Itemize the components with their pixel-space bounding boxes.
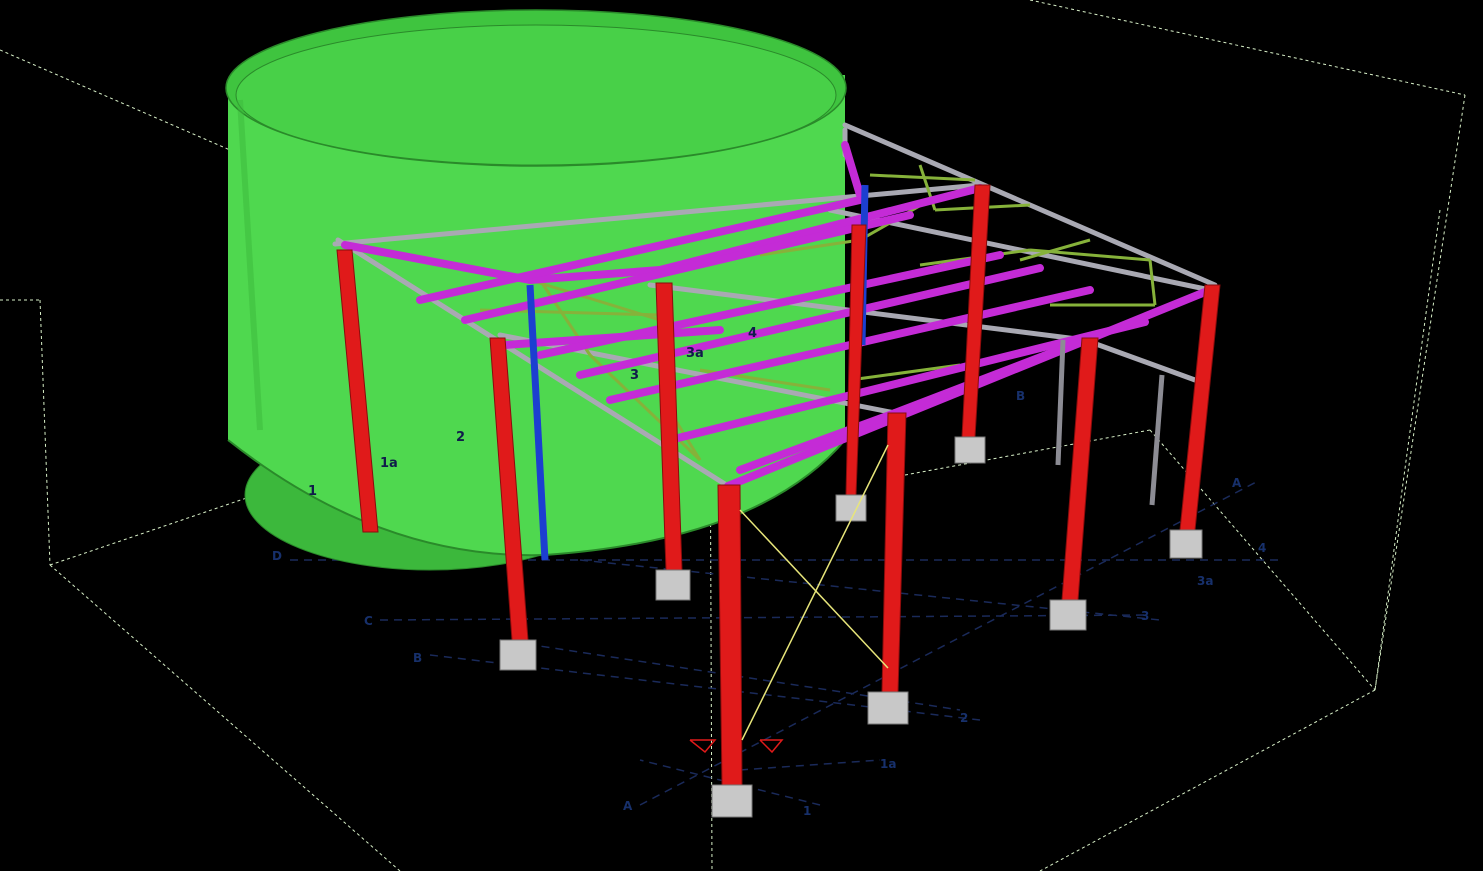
grid-label-2: 2	[960, 711, 968, 725]
grid-label-d: D	[272, 549, 282, 563]
grid-label-a-right: A	[1232, 476, 1242, 490]
label-3: 3	[630, 368, 639, 383]
grid-label-b: B	[413, 651, 422, 665]
grid-label-1a: 1a	[880, 757, 896, 771]
grid-label-1: 1	[803, 804, 811, 818]
structure-model-view[interactable]: D C B A 1 1a 2 3 3a 4 B A 1 1a 2 3 3a 4	[0, 0, 1483, 871]
label-3a: 3a	[686, 346, 704, 361]
grid-label-4: 4	[1258, 541, 1266, 555]
grid-label-3a: 3a	[1197, 574, 1213, 588]
3d-model-viewport[interactable]: D C B A 1 1a 2 3 3a 4 B A 1 1a 2 3 3a 4	[0, 0, 1483, 871]
label-1: 1	[308, 484, 317, 499]
grid-label-3: 3	[1141, 609, 1149, 623]
grid-label-a: A	[623, 799, 633, 813]
grid-label-b-right: B	[1016, 389, 1025, 403]
storage-tank[interactable]	[225, 9, 847, 571]
label-2: 2	[456, 430, 465, 445]
grid-label-c: C	[364, 614, 373, 628]
label-4: 4	[748, 326, 757, 341]
label-1a: 1a	[380, 456, 398, 471]
